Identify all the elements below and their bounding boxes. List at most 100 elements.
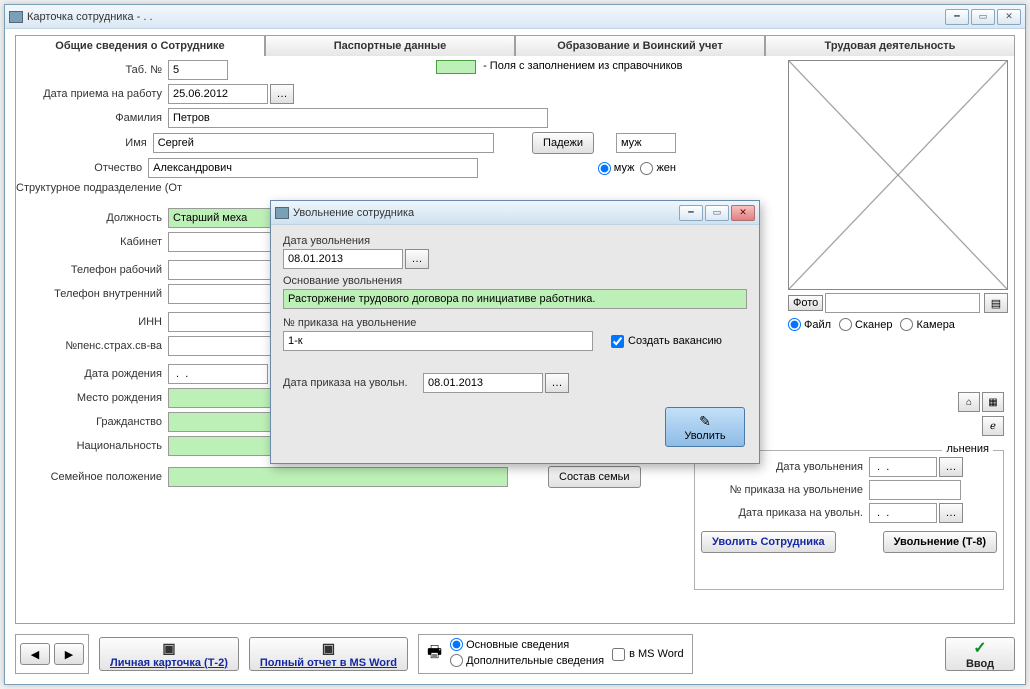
hire-date-input[interactable] [168, 84, 268, 104]
dismissal-group: льнения Дата увольнения … № приказа на у… [694, 450, 1004, 590]
tab-no-label: Таб. № [16, 64, 168, 76]
window-title: Карточка сотрудника - . . [27, 11, 943, 23]
main-titlebar: Карточка сотрудника - . . ━ ▭ ✕ [5, 5, 1025, 29]
dismissal-group-title: льнения [942, 443, 993, 455]
dlg-date-input[interactable] [283, 249, 403, 269]
birthdate-input[interactable] [168, 364, 268, 384]
phone-int-label: Телефон внутренний [16, 288, 168, 300]
tab-strip: Общие сведения о Сотруднике Паспортные д… [15, 35, 1015, 57]
fire-employee-button[interactable]: Уволить Сотрудника [701, 531, 836, 553]
dialog-maximize-button[interactable]: ▭ [705, 205, 729, 221]
globe-icon-button[interactable]: ℯ [982, 416, 1004, 436]
pens-input[interactable] [168, 336, 274, 356]
dialog-title: Увольнение сотрудника [293, 207, 677, 219]
out-dismissal-date-picker[interactable]: … [939, 457, 963, 477]
gender-male-label: муж [614, 162, 635, 174]
mini-icons-2: ℯ [982, 416, 1004, 436]
minimize-button[interactable]: ━ [945, 9, 969, 25]
dlg-order-no-input[interactable] [283, 331, 593, 351]
out-order-date-picker[interactable]: … [939, 503, 963, 523]
dept-label: Структурное подразделение (От [16, 182, 188, 194]
cases-button[interactable]: Падежи [532, 132, 594, 154]
pens-label: №пенс.страх.св-ва [16, 340, 168, 352]
out-order-no-input[interactable] [869, 480, 961, 500]
inn-label: ИНН [16, 316, 168, 328]
photo-source-file[interactable]: Файл [788, 318, 831, 331]
gender-female-radio[interactable]: жен [640, 162, 676, 175]
hire-date-label: Дата приема на работу [16, 88, 168, 100]
close-button[interactable]: ✕ [997, 9, 1021, 25]
app-icon [9, 11, 23, 23]
dlg-order-no-label: № приказа на увольнение [283, 317, 747, 329]
enter-button[interactable]: ✓ Ввод [945, 637, 1015, 671]
msword-checkbox[interactable]: в MS Word [612, 648, 684, 661]
doc-icon: ▣ [162, 640, 175, 657]
nationality-label: Национальность [16, 440, 168, 452]
dismissal-dialog: Увольнение сотрудника ━ ▭ ✕ Дата увольне… [270, 200, 760, 464]
photo-path-input[interactable] [825, 293, 980, 313]
family-input[interactable] [168, 467, 508, 487]
surname-label: Фамилия [16, 112, 168, 124]
out-dismissal-date-input[interactable] [869, 457, 937, 477]
gender-male-input[interactable] [598, 162, 611, 175]
tab-work[interactable]: Трудовая деятельность [765, 35, 1015, 57]
grid-icon-button[interactable]: ▦ [982, 392, 1004, 412]
dlg-reason-input[interactable] [283, 289, 747, 309]
out-order-date-input[interactable] [869, 503, 937, 523]
maximize-button[interactable]: ▭ [971, 9, 995, 25]
prev-button[interactable]: ◀ [20, 643, 50, 665]
create-vacancy-check[interactable]: Создать вакансию [611, 335, 722, 348]
out-order-date-label: Дата приказа на увольн. [701, 507, 869, 519]
photo-placeholder[interactable] [788, 60, 1008, 290]
surname-input[interactable] [168, 108, 548, 128]
position-label: Должность [16, 212, 168, 224]
tab-no-input[interactable] [168, 60, 228, 80]
report-options-group: 🖶 Основные сведения Дополнительные сведе… [418, 634, 693, 674]
dialog-icon [275, 207, 289, 219]
tab-general[interactable]: Общие сведения о Сотруднике [15, 35, 265, 57]
out-order-no-label: № приказа на увольнение [701, 484, 869, 496]
patronymic-input[interactable] [148, 158, 478, 178]
printer-icon: 🖶 [427, 641, 442, 668]
extra-info-radio[interactable]: Дополнительные сведения [450, 654, 604, 667]
family-composition-button[interactable]: Состав семьи [548, 466, 641, 488]
photo-browse-button[interactable]: ▤ [984, 293, 1008, 313]
gender-male-radio[interactable]: муж [598, 162, 635, 175]
dialog-minimize-button[interactable]: ━ [679, 205, 703, 221]
personal-card-t2-button[interactable]: ▣ Личная карточка (Т-2) [99, 637, 239, 671]
photo-source-scanner[interactable]: Сканер [839, 318, 892, 331]
phone-int-input[interactable] [168, 284, 274, 304]
nav-box: ◀ ▶ [15, 634, 89, 674]
dlg-date-picker[interactable]: … [405, 249, 429, 269]
phone-work-input[interactable] [168, 260, 274, 280]
gender-female-label: жен [656, 162, 676, 174]
gender-display[interactable] [616, 133, 676, 153]
room-input[interactable] [168, 232, 274, 252]
phone-work-label: Телефон рабочий [16, 264, 168, 276]
family-label: Семейное положение [16, 471, 168, 483]
inn-input[interactable] [168, 312, 274, 332]
tab-passport[interactable]: Паспортные данные [265, 35, 515, 57]
dlg-date-label: Дата увольнения [283, 235, 747, 247]
dlg-reason-label: Основание увольнения [283, 275, 747, 287]
house-icon-button[interactable]: ⌂ [958, 392, 980, 412]
dismissal-t8-button[interactable]: Увольнение (Т-8) [883, 531, 997, 553]
next-button[interactable]: ▶ [54, 643, 84, 665]
position-input[interactable] [168, 208, 274, 228]
birthplace-label: Место рождения [16, 392, 168, 404]
photo-label: Фото [788, 295, 823, 311]
tab-education[interactable]: Образование и Воинский учет [515, 35, 765, 57]
patronymic-label: Отчество [16, 162, 148, 174]
photo-source-camera[interactable]: Камера [900, 318, 954, 331]
gender-female-input[interactable] [640, 162, 653, 175]
hire-date-picker-button[interactable]: … [270, 84, 294, 104]
name-input[interactable] [153, 133, 494, 153]
birthdate-label: Дата рождения [16, 368, 168, 380]
main-info-radio[interactable]: Основные сведения [450, 638, 569, 651]
full-report-word-button[interactable]: ▣ Полный отчет в MS Word [249, 637, 408, 671]
dlg-order-date-label: Дата приказа на увольн. [283, 377, 423, 389]
fire-button[interactable]: ✎ Уволить [665, 407, 745, 447]
dlg-order-date-picker[interactable]: … [545, 373, 569, 393]
dlg-order-date-input[interactable] [423, 373, 543, 393]
dialog-close-button[interactable]: ✕ [731, 205, 755, 221]
